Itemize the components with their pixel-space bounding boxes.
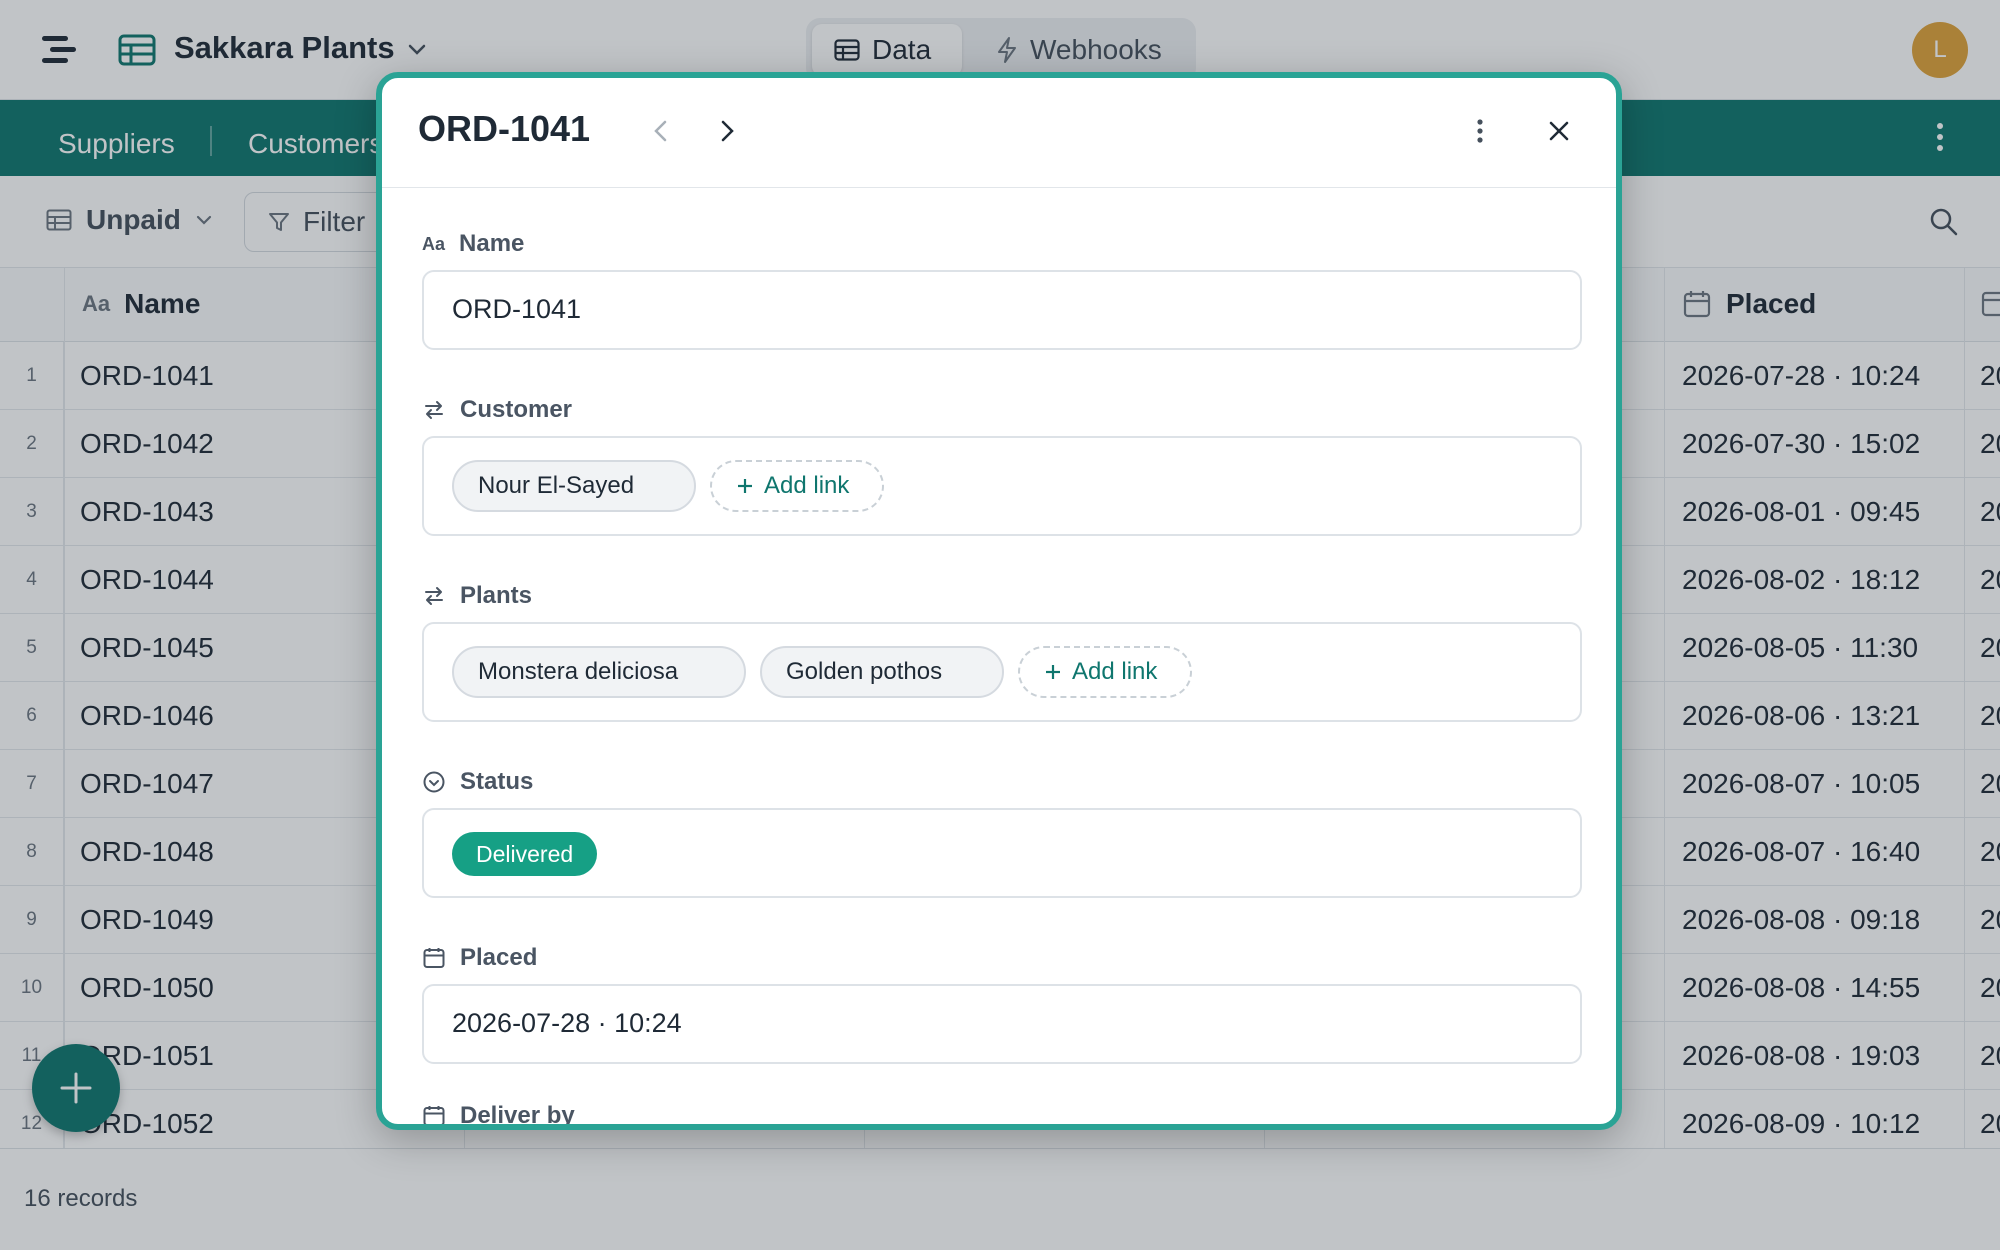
link-arrows-icon bbox=[422, 398, 446, 422]
linked-record-chip[interactable]: Nour El-Sayed bbox=[452, 460, 696, 512]
deliver-by-label: Deliver by bbox=[460, 1102, 575, 1129]
close-icon bbox=[1544, 116, 1574, 146]
plus-icon bbox=[1044, 663, 1062, 681]
add-link-button[interactable]: Add link bbox=[710, 460, 884, 512]
calendar-icon bbox=[422, 1104, 446, 1124]
name-field[interactable]: ORD-1041 bbox=[422, 270, 1582, 350]
plus-icon bbox=[736, 477, 754, 495]
link-arrows-icon bbox=[422, 584, 446, 608]
name-value: ORD-1041 bbox=[452, 294, 582, 324]
record-detail-modal: ORD-1041 Aa Name ORD-1041 Customer Nour … bbox=[376, 72, 1622, 1130]
chevron-right-icon bbox=[712, 116, 742, 146]
name-label: Name bbox=[459, 230, 525, 257]
status-circle-icon bbox=[422, 770, 446, 794]
more-options-button[interactable] bbox=[1468, 116, 1492, 146]
add-link-button[interactable]: Add link bbox=[1018, 646, 1192, 698]
linked-record-chip[interactable]: Monstera deliciosa bbox=[452, 646, 746, 698]
previous-record-button[interactable] bbox=[646, 116, 676, 146]
customer-label: Customer bbox=[460, 396, 573, 423]
text-field-icon: Aa bbox=[422, 233, 446, 254]
placed-field[interactable]: 2026-07-28 · 10:24 bbox=[422, 984, 1582, 1064]
add-link-label: Add link bbox=[764, 472, 850, 499]
close-button[interactable] bbox=[1544, 116, 1574, 146]
linked-record-chip[interactable]: Golden pothos bbox=[760, 646, 1004, 698]
plants-field: Monstera deliciosa Golden pothos Add lin… bbox=[422, 622, 1582, 722]
field-label-plants: Plants bbox=[422, 582, 532, 610]
field-label-customer: Customer bbox=[422, 396, 572, 424]
calendar-icon bbox=[422, 946, 446, 970]
status-label: Status bbox=[460, 768, 534, 795]
field-label-name: Aa Name bbox=[422, 230, 524, 258]
plants-label: Plants bbox=[460, 582, 533, 609]
field-label-deliver-by: Deliver by bbox=[422, 1102, 575, 1129]
field-label-status: Status bbox=[422, 768, 533, 796]
customer-field: Nour El-Sayed Add link bbox=[422, 436, 1582, 536]
add-link-label: Add link bbox=[1072, 658, 1158, 685]
next-record-button[interactable] bbox=[712, 116, 742, 146]
more-vertical-icon bbox=[1468, 116, 1492, 146]
status-field[interactable]: Delivered bbox=[422, 808, 1582, 898]
placed-label: Placed bbox=[460, 944, 538, 971]
status-badge[interactable]: Delivered bbox=[452, 832, 598, 876]
modal-body: Aa Name ORD-1041 Customer Nour El-Sayed … bbox=[382, 188, 1616, 1129]
placed-value: 2026-07-28 · 10:24 bbox=[452, 1008, 682, 1038]
modal-title: ORD-1041 bbox=[418, 108, 591, 149]
modal-header: ORD-1041 bbox=[382, 78, 1616, 188]
field-label-placed: Placed bbox=[422, 944, 537, 972]
chevron-left-icon bbox=[646, 116, 676, 146]
